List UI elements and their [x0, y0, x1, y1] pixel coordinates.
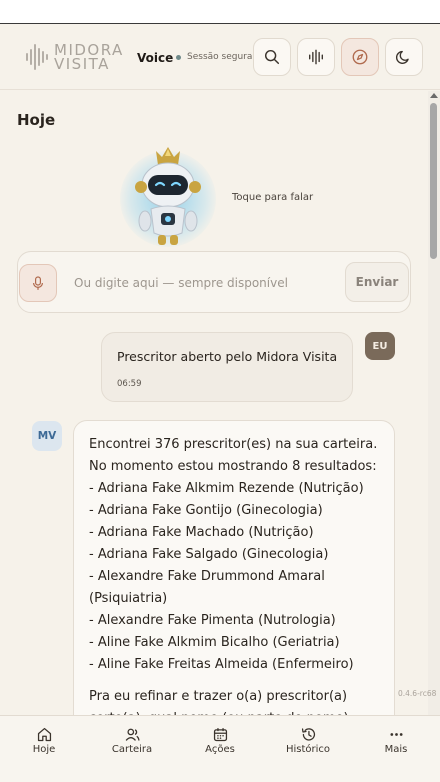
- brand-wave-icon: [26, 44, 48, 70]
- compass-icon: [352, 49, 368, 65]
- assistant-message-bubble: Encontrei 376 prescritor(es) na sua cart…: [73, 420, 395, 715]
- nav-item-carteira[interactable]: Carteira: [88, 716, 176, 776]
- app-header: MIDORA VISITA Voice Sessão segura: [0, 24, 440, 90]
- scrollbar[interactable]: [428, 91, 440, 715]
- browser-top-bar: [0, 0, 440, 24]
- status-dot-icon: [176, 54, 181, 60]
- mode-label: Voice: [137, 51, 174, 65]
- send-button[interactable]: Enviar: [345, 262, 409, 302]
- search-button[interactable]: [253, 38, 291, 76]
- assistant-question: Pra eu refinar e trazer o(a) prescritor(…: [89, 689, 349, 715]
- list-item: - Aline Fake Alkmim Bicalho (Geriatria): [89, 635, 340, 650]
- scrollbar-thumb[interactable]: [430, 103, 437, 259]
- list-item: - Adriana Fake Alkmim Rezende (Nutrição): [89, 481, 364, 496]
- nav-label: Ações: [205, 744, 235, 755]
- session-label: Sessão segura: [187, 52, 253, 62]
- nav-item-mais[interactable]: Mais: [352, 716, 440, 776]
- version-label: 0.4.6-rc68: [398, 689, 437, 698]
- microphone-icon: [33, 276, 43, 290]
- list-item: - Adriana Fake Gontijo (Ginecologia): [89, 503, 323, 518]
- message-input[interactable]: [74, 272, 334, 294]
- nav-label: Mais: [384, 744, 408, 755]
- home-icon: [37, 727, 51, 742]
- mic-button[interactable]: [19, 264, 57, 302]
- compass-button[interactable]: [341, 38, 379, 76]
- calendar-icon: [213, 728, 227, 742]
- list-item: - Alexandre Fake Drummond Amaral (Psiqui…: [89, 569, 325, 606]
- nav-item-hoje[interactable]: Hoje: [0, 716, 88, 776]
- brand-logo: MIDORA VISITA: [24, 42, 124, 72]
- nav-item-historico[interactable]: Histórico: [264, 716, 352, 776]
- waveform-icon: [309, 49, 323, 65]
- assistant-message-intro: Encontrei 376 prescritor(es) na sua cart…: [89, 437, 378, 474]
- list-item: - Adriana Fake Salgado (Ginecologia): [89, 547, 329, 562]
- assistant-avatar: MV: [32, 421, 62, 451]
- message-composer: Enviar: [17, 251, 411, 313]
- main-content: Hoje Toque para falar Ou digite aqui — s…: [0, 91, 428, 715]
- nav-label: Carteira: [111, 744, 153, 755]
- tap-to-talk-label: Toque para falar: [232, 192, 314, 203]
- scroll-up-arrow-icon[interactable]: [430, 93, 438, 98]
- nav-label: Histórico: [285, 744, 331, 755]
- nav-label: Hoje: [32, 744, 56, 755]
- user-avatar: EU: [365, 332, 395, 360]
- robot-avatar-icon: [135, 147, 201, 245]
- more-icon: [389, 733, 403, 736]
- user-message-text: Prescritor aberto pelo Midora Visita: [117, 349, 338, 364]
- list-item: - Adriana Fake Machado (Nutrição): [89, 525, 314, 540]
- voice-avatar-button[interactable]: [118, 143, 218, 253]
- prescriber-list: - Adriana Fake Alkmim Rezende (Nutrição)…: [89, 478, 380, 676]
- moon-icon: [396, 50, 409, 64]
- theme-toggle-button[interactable]: [385, 38, 423, 76]
- brand-name-line2: VISITA: [54, 55, 110, 73]
- bottom-navigation: Hoje Carteira Ações Histórico Mais: [0, 715, 440, 782]
- history-icon: [301, 728, 315, 741]
- voice-button[interactable]: [297, 38, 335, 76]
- list-item: - Aline Fake Freitas Almeida (Enfermeiro…: [89, 657, 354, 672]
- message-timestamp: 06:59: [117, 379, 142, 389]
- search-icon: [264, 49, 280, 65]
- nav-item-acoes[interactable]: Ações: [176, 716, 264, 776]
- user-message-bubble: Prescritor aberto pelo Midora Visita 06:…: [101, 332, 353, 402]
- day-heading: Hoje: [17, 111, 56, 129]
- users-icon: [125, 728, 140, 741]
- session-status: Sessão segura: [176, 52, 252, 62]
- list-item: - Alexandre Fake Pimenta (Nutrologia): [89, 613, 336, 628]
